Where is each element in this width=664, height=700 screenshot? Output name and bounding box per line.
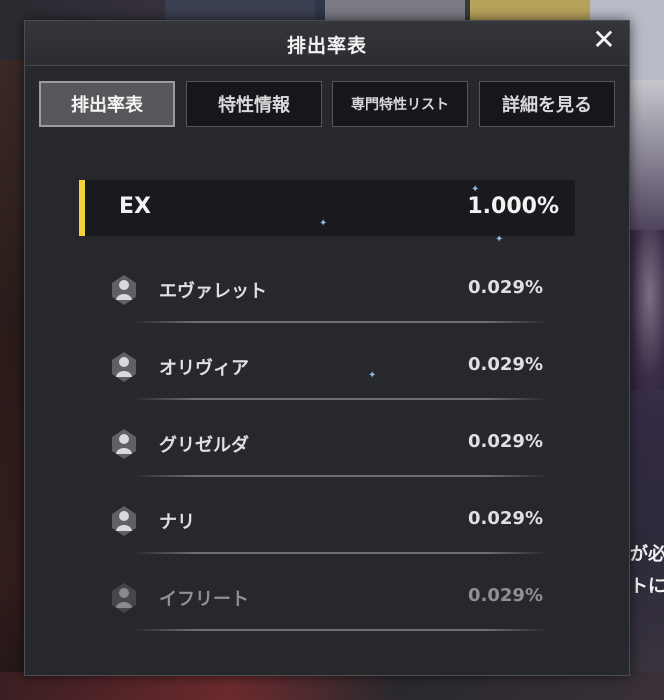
close-icon[interactable]: ✕ bbox=[589, 25, 619, 55]
character-name: オリヴィア bbox=[159, 358, 249, 379]
character-silhouette-icon bbox=[112, 506, 136, 536]
rate-list[interactable]: EX 1.000% エヴァレット 0.029% オリヴィア 0.029% グリゼ… bbox=[25, 147, 629, 675]
character-silhouette-icon bbox=[112, 275, 136, 305]
row-divider bbox=[133, 629, 549, 631]
row-divider bbox=[133, 475, 549, 477]
character-rate: 0.029% bbox=[468, 508, 543, 529]
tab-special-traits[interactable]: 専門特性リスト bbox=[332, 81, 468, 127]
sparkle-icon: ✦ bbox=[495, 234, 504, 245]
character-silhouette-icon bbox=[112, 352, 136, 382]
character-row: イフリート 0.029% bbox=[109, 567, 549, 631]
tab-bar: 排出率表 特性情報 専門特性リスト 詳細を見る bbox=[39, 81, 619, 129]
rarity-label: EX bbox=[119, 194, 151, 219]
rarity-group-row: EX 1.000% bbox=[79, 180, 575, 236]
sparkle-icon: ✦ bbox=[319, 218, 328, 229]
character-silhouette-icon bbox=[112, 429, 136, 459]
tab-traits[interactable]: 特性情報 bbox=[186, 81, 322, 127]
character-silhouette-icon bbox=[112, 583, 136, 613]
background-character-art bbox=[628, 230, 664, 390]
row-divider bbox=[133, 398, 549, 400]
character-rate: 0.029% bbox=[468, 431, 543, 452]
character-rate: 0.029% bbox=[468, 585, 543, 606]
rarity-accent-bar bbox=[79, 180, 85, 236]
character-row: オリヴィア 0.029% bbox=[109, 336, 549, 400]
character-name: エヴァレット bbox=[159, 281, 267, 302]
character-name: イフリート bbox=[159, 589, 249, 610]
character-row: ナリ 0.029% bbox=[109, 490, 549, 554]
dialog-title: 排出率表 bbox=[286, 35, 367, 57]
sparkle-icon: ✦ bbox=[368, 370, 377, 381]
character-row: グリゼルダ 0.029% bbox=[109, 413, 549, 477]
background-banner bbox=[325, 0, 465, 22]
character-name: ナリ bbox=[159, 512, 195, 533]
dialog-header: 排出率表 ✕ bbox=[25, 21, 629, 66]
background-right-edge bbox=[626, 80, 664, 700]
background-caption-line: が必ず bbox=[630, 544, 664, 565]
drop-rate-dialog: 排出率表 ✕ 排出率表 特性情報 専門特性リスト 詳細を見る EX 1.000%… bbox=[24, 20, 630, 676]
background-left-edge bbox=[0, 60, 26, 700]
character-rate: 0.029% bbox=[468, 277, 543, 298]
character-row: エヴァレット 0.029% bbox=[109, 259, 549, 323]
sparkle-icon: ✦ bbox=[471, 184, 480, 195]
character-name: グリゼルダ bbox=[159, 435, 249, 456]
tab-drop-rates[interactable]: 排出率表 bbox=[39, 81, 175, 127]
row-divider bbox=[133, 552, 549, 554]
background-caption-line: トに bbox=[630, 576, 664, 597]
row-divider bbox=[133, 321, 549, 323]
background-bottom-edge bbox=[0, 672, 664, 700]
tab-details[interactable]: 詳細を見る bbox=[479, 81, 615, 127]
rarity-rate: 1.000% bbox=[467, 194, 559, 219]
background-banner bbox=[165, 0, 315, 22]
character-rate: 0.029% bbox=[468, 354, 543, 375]
